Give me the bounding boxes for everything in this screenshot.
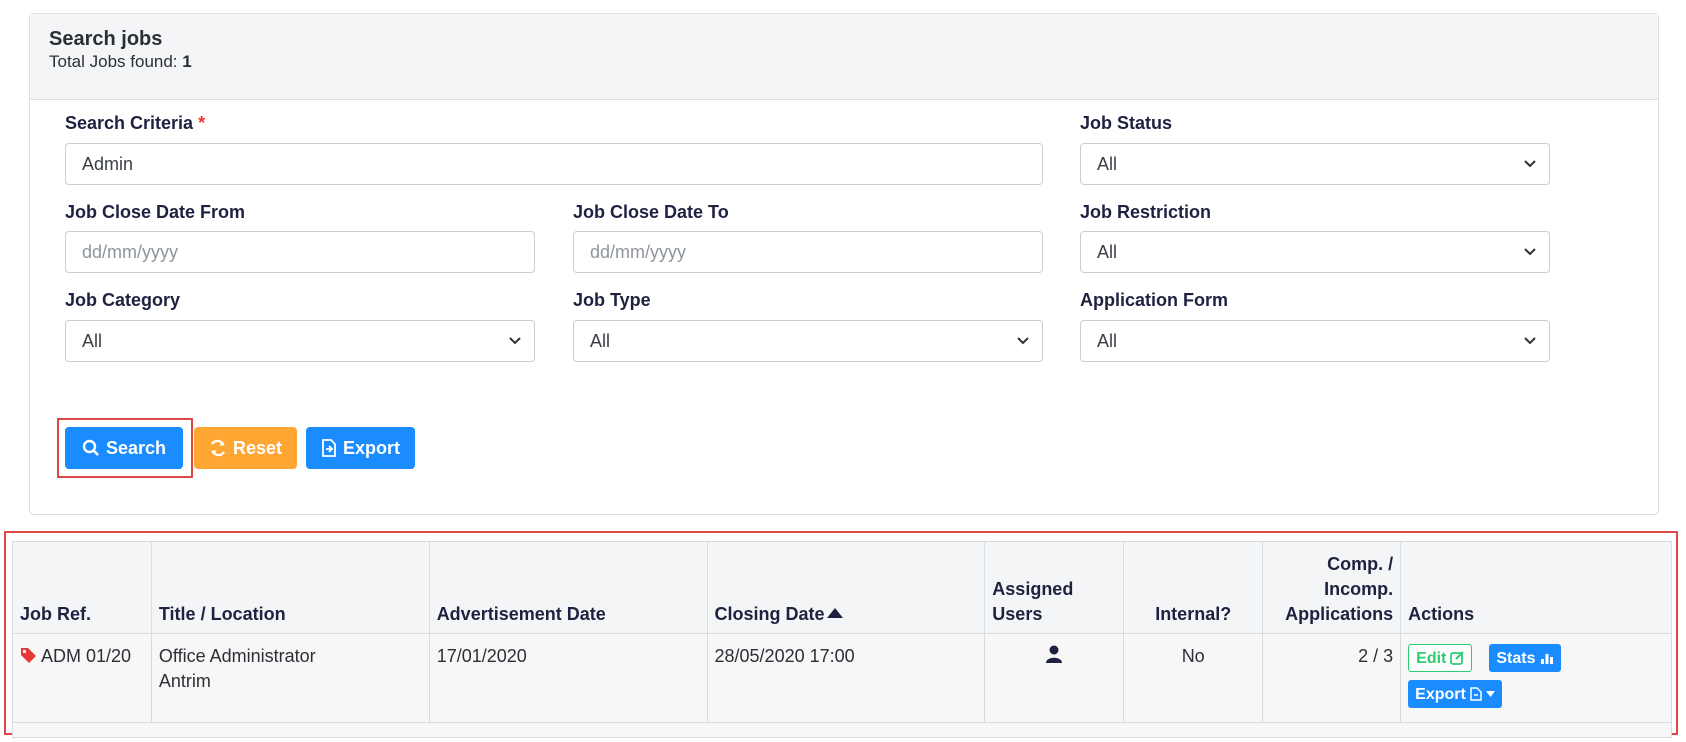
advert-date-cell: 17/01/2020 <box>428 633 708 723</box>
results-table: Job Ref. Title / Location Advertisement … <box>12 541 1672 738</box>
file-export-icon <box>1470 687 1482 701</box>
page-title: Search jobs <box>49 28 163 50</box>
stats-button[interactable]: Stats <box>1489 644 1561 672</box>
job-restriction-select[interactable]: All <box>1080 231 1550 273</box>
reset-button[interactable]: Reset <box>194 427 297 469</box>
job-location: Antrim <box>158 671 211 691</box>
user-icon[interactable] <box>1045 644 1063 664</box>
row-export-button[interactable]: Export <box>1408 680 1502 708</box>
search-icon <box>82 439 99 456</box>
table-footer-row <box>12 722 1672 738</box>
caret-down-icon <box>1485 691 1495 697</box>
close-date-from-input[interactable]: dd/mm/yyyy <box>65 231 535 273</box>
job-status-select[interactable]: All <box>1080 143 1550 185</box>
job-status-label: Job Status <box>1080 113 1173 133</box>
col-assigned-users: Assigned Users <box>984 541 1125 634</box>
job-category-select[interactable]: All <box>65 320 535 362</box>
chevron-down-icon <box>1017 337 1029 345</box>
bar-chart-icon <box>1540 654 1553 664</box>
search-criteria-label: Search Criteria * <box>65 113 206 133</box>
tag-icon <box>21 648 36 663</box>
application-form-label: Application Form <box>1080 290 1228 310</box>
closing-date-cell: 28/05/2020 17:00 <box>706 633 986 723</box>
col-actions: Actions <box>1400 541 1672 634</box>
col-internal[interactable]: Internal? <box>1123 541 1264 634</box>
chevron-down-icon <box>1524 248 1536 256</box>
edit-icon <box>1450 651 1465 665</box>
assigned-users-cell <box>984 633 1125 723</box>
edit-button[interactable]: Edit <box>1408 644 1473 672</box>
search-criteria-input[interactable]: Admin <box>65 143 1043 185</box>
col-advert-date[interactable]: Advertisement Date <box>428 541 708 634</box>
job-category-label: Job Category <box>65 290 181 310</box>
col-closing-date[interactable]: Closing Date <box>706 541 986 634</box>
application-form-select[interactable]: All <box>1080 320 1550 362</box>
col-title-location[interactable]: Title / Location <box>150 541 430 634</box>
export-button[interactable]: Export <box>306 427 415 469</box>
internal-cell: No <box>1123 633 1264 723</box>
table-row: ADM 01/20 Office Administrator Antrim 17/… <box>12 633 1672 723</box>
file-export-icon <box>322 439 336 457</box>
chevron-down-icon <box>509 337 521 345</box>
panel-header: Search jobs Total Jobs found: 1 <box>30 14 1658 100</box>
total-jobs-text: Total Jobs found: 1 <box>49 52 192 71</box>
job-restriction-label: Job Restriction <box>1080 202 1212 222</box>
total-jobs-count: 1 <box>182 52 192 71</box>
applications-cell: 2 / 3 <box>1262 633 1402 723</box>
job-title[interactable]: Office Administrator <box>159 646 316 666</box>
close-date-from-label: Job Close Date From <box>65 202 246 222</box>
title-location-cell: Office Administrator Antrim <box>150 633 430 723</box>
chevron-down-icon <box>1524 337 1536 345</box>
refresh-icon <box>211 439 225 457</box>
col-job-ref[interactable]: Job Ref. <box>12 541 152 634</box>
search-button[interactable]: Search <box>65 427 183 469</box>
job-type-label: Job Type <box>573 290 651 310</box>
job-ref-cell: ADM 01/20 <box>12 633 152 723</box>
table-header-row: Job Ref. Title / Location Advertisement … <box>12 541 1672 634</box>
col-applications: Comp. / Incomp. Applications <box>1262 541 1402 634</box>
close-date-to-input[interactable]: dd/mm/yyyy <box>573 231 1043 273</box>
chevron-down-icon <box>1524 160 1536 168</box>
results-table-highlight: Job Ref. Title / Location Advertisement … <box>4 531 1678 738</box>
sort-asc-icon <box>826 608 843 618</box>
actions-cell: Edit Stats Export <box>1400 633 1672 723</box>
close-date-to-label: Job Close Date To <box>573 202 729 222</box>
job-type-select[interactable]: All <box>573 320 1043 362</box>
